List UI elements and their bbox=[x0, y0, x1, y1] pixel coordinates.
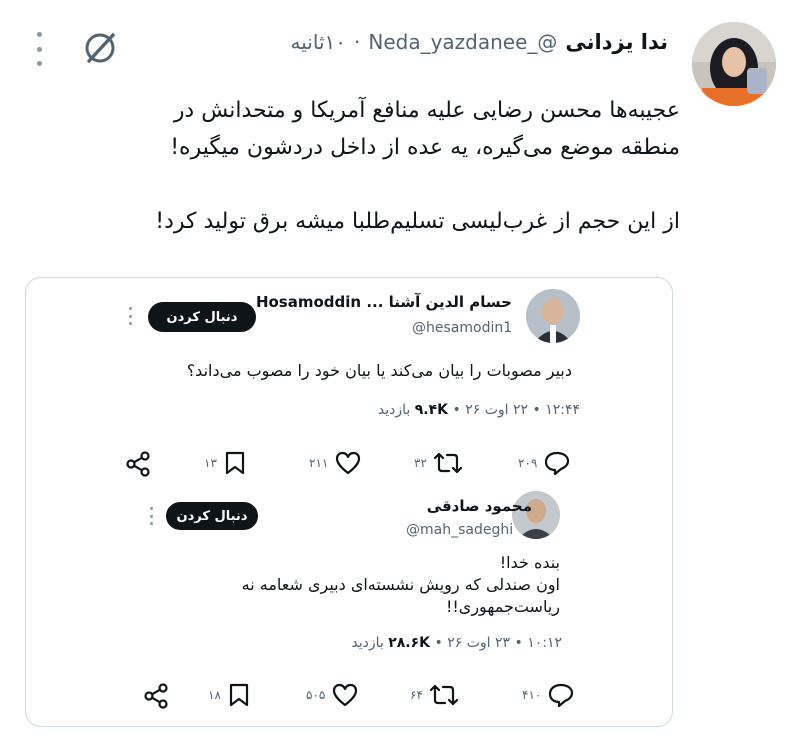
quote2-text-line: ریاست‌جمهوری!! bbox=[445, 597, 560, 616]
quote2-bookmark-action[interactable]: ۱۸ bbox=[208, 682, 251, 708]
quote1-share-action[interactable] bbox=[124, 450, 152, 478]
quote2-reply-action[interactable]: ۴۱۰ bbox=[522, 682, 575, 708]
quote1-more-icon[interactable] bbox=[127, 307, 133, 325]
quote2-more-icon[interactable] bbox=[148, 507, 154, 525]
quote2-meta: ۱۰:۱۲ • ۲۳ اوت ۲۶ • ۲۸.۶K بازدید bbox=[351, 635, 562, 651]
bookmark-icon bbox=[229, 683, 248, 707]
quote2-text-line: بنده خدا! bbox=[499, 553, 560, 572]
tweet-line: منطقه موضع می‌گیره، یه عده از داخل دردشو… bbox=[170, 135, 680, 160]
quote2-share-action[interactable] bbox=[142, 682, 170, 710]
quote2-text: بنده خدا! اون صندلی که رویش نشسته‌ای دبی… bbox=[80, 552, 560, 618]
quote1-reply-action[interactable]: ۲۰۹ bbox=[518, 450, 571, 476]
quote1-bookmark-count: ۱۳ bbox=[204, 456, 217, 470]
attached-image[interactable]: حسام الدین آشنا ... Hosamoddin @hesamodi… bbox=[25, 277, 673, 727]
quote1-name-line: حسام الدین آشنا ... Hosamoddin bbox=[256, 292, 512, 311]
quote1-text: دبیر مصوبات را بیان می‌کند یا بیان خود ر… bbox=[186, 361, 572, 380]
quote1-handle[interactable]: @hesamodin1 bbox=[412, 320, 512, 336]
quote1-reply-count: ۲۰۹ bbox=[518, 456, 538, 470]
quote2-like-count: ۵۰۵ bbox=[306, 688, 326, 702]
like-icon bbox=[333, 683, 358, 707]
quote2-like-action[interactable]: ۵۰۵ bbox=[306, 682, 359, 708]
quote2-follow-button[interactable]: دنبال کردن bbox=[166, 502, 258, 530]
quote1-avatar[interactable] bbox=[526, 289, 580, 343]
quote1-name[interactable]: حسام الدین آشنا ... Hosamoddin bbox=[256, 293, 512, 311]
quote1-follow-button[interactable]: دنبال کردن bbox=[148, 302, 256, 332]
quote2-bookmark-count: ۱۸ bbox=[208, 688, 221, 702]
share-icon bbox=[144, 683, 168, 709]
retweet-icon bbox=[429, 684, 458, 706]
quote2-handle[interactable]: @mah_sadeghi bbox=[406, 522, 513, 538]
share-icon bbox=[126, 451, 150, 477]
quote1-retweet-action[interactable]: ۳۲ bbox=[414, 450, 463, 476]
quote2-name-line: محمود صادقی bbox=[427, 496, 532, 515]
quote2-retweet-action[interactable]: ۶۴ bbox=[410, 682, 459, 708]
tweet-header: ندا یزدانی @_Neda_yazdanee · ۱۰ثانیه bbox=[291, 30, 668, 54]
tweet-text: عجیبه‌ها محسن رضایی علیه منافع آمریکا و … bbox=[40, 92, 680, 240]
quote1-like-action[interactable]: ۲۱۱ bbox=[309, 450, 362, 476]
quote2-meta-time: ۱۰:۱۲ • ۲۳ اوت ۲۶ • bbox=[434, 635, 562, 651]
reply-icon bbox=[545, 451, 570, 476]
quote2-retweet-count: ۶۴ bbox=[410, 688, 423, 702]
author-avatar[interactable] bbox=[692, 22, 776, 106]
like-icon bbox=[336, 451, 361, 475]
separator: · bbox=[354, 30, 361, 54]
quote2-reply-count: ۴۱۰ bbox=[522, 688, 542, 702]
tweet-line: عجیبه‌ها محسن رضایی علیه منافع آمریکا و … bbox=[173, 98, 680, 123]
quote2-views: ۲۸.۶K bbox=[388, 635, 431, 651]
bookmark-icon bbox=[225, 451, 244, 475]
more-icon[interactable] bbox=[28, 32, 50, 66]
quote1-meta-time: ۱۲:۴۴ • ۲۲ اوت ۲۶ • bbox=[452, 402, 580, 418]
quote2-views-label: بازدید bbox=[351, 635, 384, 651]
quote2-text-line: اون صندلی که رویش نشسته‌ای دبیری شعامه ن… bbox=[241, 575, 560, 594]
grok-icon[interactable] bbox=[80, 28, 120, 68]
quote1-views: ۹.۴K bbox=[414, 402, 449, 418]
reply-icon bbox=[549, 683, 574, 708]
retweet-icon bbox=[433, 452, 462, 474]
tweet-time[interactable]: ۱۰ثانیه bbox=[291, 30, 346, 54]
author-name[interactable]: ندا یزدانی bbox=[565, 30, 668, 54]
quote1-retweet-count: ۳۲ bbox=[414, 456, 427, 470]
quote1-bookmark-action[interactable]: ۱۳ bbox=[204, 450, 247, 476]
tweet-line: از این حجم از غرب‌لیسی تسلیم‌طلبا میشه ب… bbox=[155, 209, 680, 234]
quote1-like-count: ۲۱۱ bbox=[309, 456, 329, 470]
author-handle[interactable]: @_Neda_yazdanee bbox=[368, 30, 557, 54]
quote1-views-label: بازدید bbox=[377, 402, 411, 418]
quote1-meta: ۱۲:۴۴ • ۲۲ اوت ۲۶ • ۹.۴K بازدید bbox=[378, 402, 580, 418]
quote2-name[interactable]: محمود صادقی bbox=[427, 497, 532, 515]
